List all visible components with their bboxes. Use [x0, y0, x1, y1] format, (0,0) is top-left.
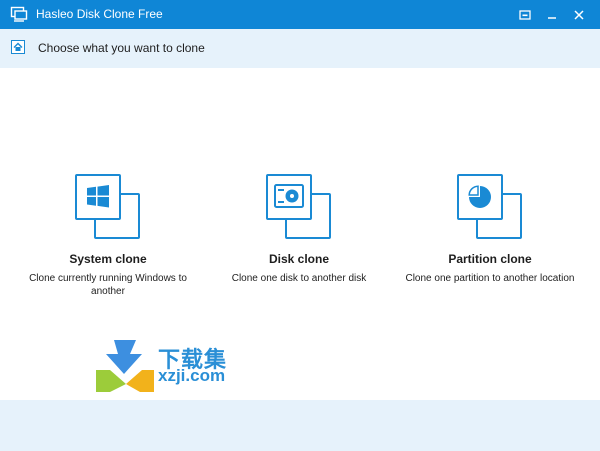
disk-clone-title: Disk clone	[268, 252, 330, 266]
page-title: Choose what you want to clone	[38, 41, 205, 55]
disk-clone-option[interactable]: Disk clone Clone one disk to another dis…	[214, 174, 384, 314]
system-clone-description: Clone currently running Windows to anoth…	[29, 273, 187, 297]
partition-clone-option[interactable]: Partition clone Clone one partition to a…	[405, 174, 575, 314]
partition-icon	[457, 174, 522, 239]
title-bar: Hasleo Disk Clone Free	[0, 0, 600, 29]
close-button[interactable]	[566, 0, 592, 29]
home-icon[interactable]	[11, 40, 25, 54]
partition-clone-title: Partition clone	[448, 252, 532, 266]
minimize-icon	[547, 10, 557, 20]
main-content: System clone Clone currently running Win…	[0, 68, 600, 400]
close-icon	[574, 9, 584, 20]
windows-icon	[75, 174, 140, 239]
monitor-clone-icon	[10, 6, 28, 22]
menu-button[interactable]	[512, 0, 538, 29]
system-clone-option[interactable]: System clone Clone currently running Win…	[23, 174, 193, 314]
window-title: Hasleo Disk Clone Free	[36, 7, 163, 21]
disk-icon	[266, 174, 331, 239]
disk-clone-description: Clone one disk to another disk	[231, 273, 367, 284]
footer-bar	[0, 400, 600, 451]
partition-clone-description: Clone one partition to another location	[405, 273, 575, 284]
minimize-button[interactable]	[539, 0, 565, 29]
menu-icon	[519, 9, 531, 20]
breadcrumb-bar: Choose what you want to clone	[0, 29, 600, 68]
watermark-logo-icon	[96, 340, 154, 392]
watermark: 下载集 xzji.com	[96, 340, 246, 392]
watermark-url: xzji.com	[158, 366, 226, 385]
system-clone-title: System clone	[69, 252, 147, 266]
